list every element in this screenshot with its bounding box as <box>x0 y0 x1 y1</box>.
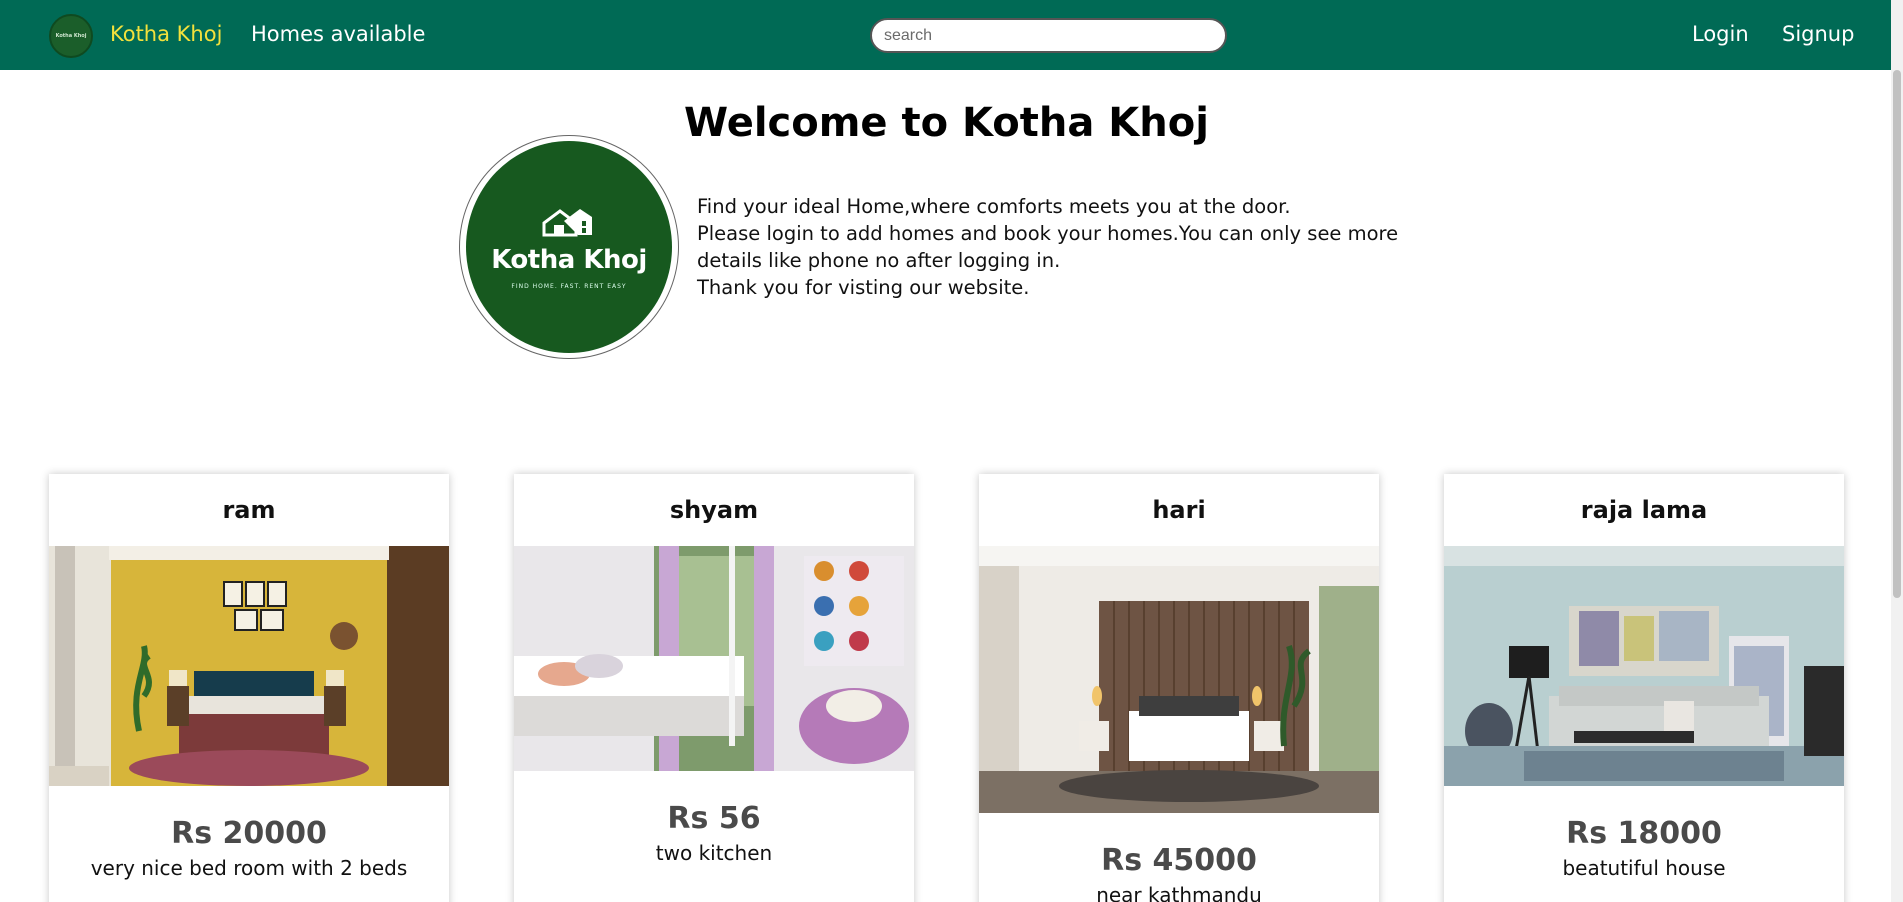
listing-photo[interactable] <box>49 546 449 786</box>
listing-price: Rs 45000 <box>1101 843 1257 878</box>
listing-price: Rs 56 <box>667 801 761 836</box>
listing-description: beatutiful house <box>1562 856 1726 880</box>
listing-card[interactable]: shyam Rs 56 two kitchen <box>514 474 914 902</box>
nav-logo[interactable]: Kotha Khoj <box>49 14 93 58</box>
scrollbar-thumb[interactable] <box>1893 70 1901 598</box>
search-input[interactable] <box>870 18 1227 53</box>
listing-card[interactable]: hari Rs 45000 near kathmandu <box>979 474 1379 902</box>
login-link[interactable]: Login <box>1692 22 1749 46</box>
listing-card[interactable]: ram Rs 20000 very nice bed room with 2 b… <box>49 474 449 902</box>
nav-logo-text: Kotha Khoj <box>55 33 87 39</box>
homes-available-link[interactable]: Homes available <box>251 22 425 46</box>
listing-owner: ram <box>222 496 276 524</box>
intro-line: Thank you for visting our website. <box>697 276 1030 299</box>
intro-line: Find your ideal Home,where comforts meet… <box>697 195 1291 218</box>
listing-description: two kitchen <box>655 841 773 865</box>
listing-card[interactable]: raja lama Rs 18000 beatutiful house <box>1444 474 1844 902</box>
signup-link[interactable]: Signup <box>1782 22 1854 46</box>
listing-owner: hari <box>1152 496 1206 524</box>
navbar: Kotha Khoj Kotha Khoj Homes available Lo… <box>0 0 1903 70</box>
hero-logo: Kotha Khoj FIND HOME. FAST. RENT EASY <box>466 141 672 353</box>
listing-photo[interactable] <box>1444 546 1844 786</box>
page-title: Welcome to Kotha Khoj <box>684 100 1209 146</box>
brand-link[interactable]: Kotha Khoj <box>110 22 222 46</box>
intro-line: Please login to add homes and book your … <box>697 222 1399 272</box>
listing-photo[interactable] <box>514 546 914 771</box>
listing-description: near kathmandu <box>1096 883 1262 902</box>
listing-owner: shyam <box>669 496 759 524</box>
house-icon <box>542 209 592 237</box>
hero-logo-name: Kotha Khoj <box>491 245 647 275</box>
page-scrollbar[interactable] <box>1891 0 1903 902</box>
listing-price: Rs 20000 <box>171 816 327 851</box>
listing-description: very nice bed room with 2 beds <box>90 856 408 880</box>
hero-logo-tagline: FIND HOME. FAST. RENT EASY <box>511 283 627 290</box>
intro-text: Find your ideal Home,where comforts meet… <box>697 193 1457 301</box>
listing-owner: raja lama <box>1580 496 1708 524</box>
listing-price: Rs 18000 <box>1566 816 1722 851</box>
listing-photo[interactable] <box>979 546 1379 813</box>
